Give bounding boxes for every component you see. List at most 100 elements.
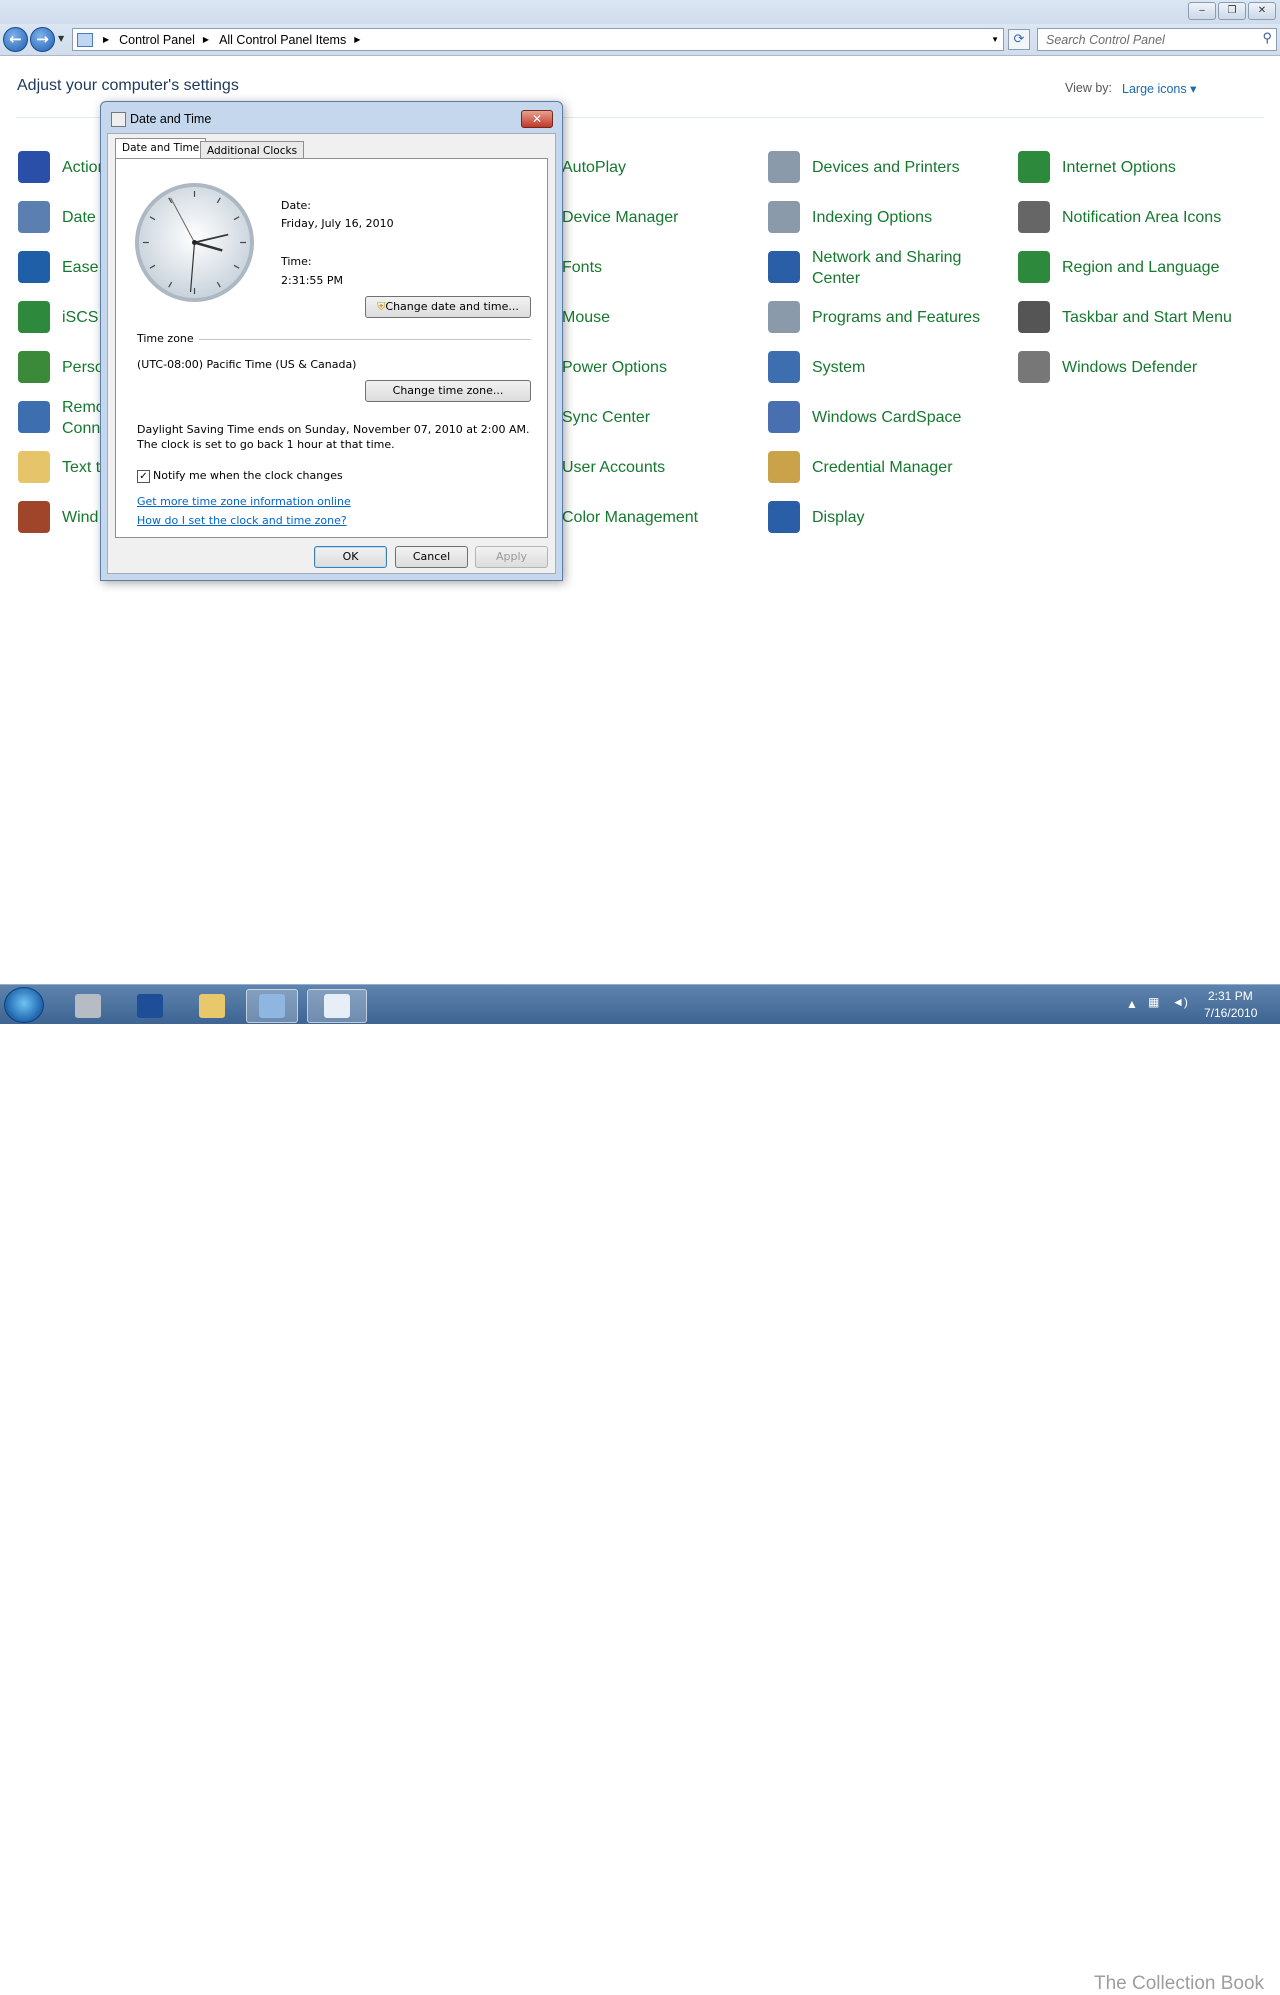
- date-value: Friday, July 16, 2010: [281, 217, 394, 230]
- network-icon: [768, 251, 800, 283]
- refresh-button[interactable]: ⟳: [1008, 29, 1030, 50]
- cp-item-display[interactable]: Display: [812, 507, 864, 528]
- taskbar-control-panel[interactable]: [246, 989, 298, 1023]
- date-label: Date:: [281, 199, 311, 212]
- tray-date[interactable]: 7/16/2010: [1204, 1006, 1257, 1020]
- cp-item-user-accounts[interactable]: User Accounts: [562, 457, 665, 478]
- date-time-dialog: Date and Time ✕ Date and Time Additional…: [100, 101, 563, 581]
- window-titlebar: ‒ ❐ ✕: [0, 0, 1280, 24]
- restore-button[interactable]: ❐: [1218, 2, 1246, 20]
- cp-item-text-to-speech[interactable]: Text t: [62, 457, 100, 478]
- taskbar-server-manager[interactable]: [62, 989, 114, 1023]
- cp-item-windows-firewall[interactable]: Wind: [62, 507, 98, 528]
- cp-item-sync-center[interactable]: Sync Center: [562, 407, 650, 428]
- cp-item-fonts[interactable]: Fonts: [562, 257, 602, 278]
- programs-icon: [768, 301, 800, 333]
- change-date-time-button[interactable]: ⛨Change date and time...: [365, 296, 531, 318]
- cp-item-internet-options[interactable]: Internet Options: [1062, 157, 1176, 178]
- search-icon[interactable]: ⚲: [1262, 30, 1272, 46]
- cp-item-programs-and-features[interactable]: Programs and Features: [812, 307, 980, 328]
- start-button[interactable]: [4, 987, 44, 1023]
- view-by-label: View by:: [1065, 81, 1113, 95]
- ease-of-access-icon: [18, 251, 50, 283]
- cp-item-device-manager[interactable]: Device Manager: [562, 207, 679, 228]
- cp-item-windows-cardspace[interactable]: Windows CardSpace: [812, 407, 961, 428]
- cancel-button[interactable]: Cancel: [395, 546, 468, 568]
- timezone-value: (UTC-08:00) Pacific Time (US & Canada): [137, 358, 357, 371]
- cp-item-color-management[interactable]: Color Management: [562, 507, 698, 528]
- cp-item-indexing-options[interactable]: Indexing Options: [812, 207, 932, 228]
- credential-vault-icon: [768, 451, 800, 483]
- recent-pages-dropdown[interactable]: ▼: [58, 34, 64, 43]
- flag-icon: [18, 151, 50, 183]
- notification-area-icon: [1018, 201, 1050, 233]
- taskbar-date-time[interactable]: [307, 989, 367, 1023]
- analog-clock-icon: [134, 182, 255, 303]
- apply-button[interactable]: Apply: [475, 546, 548, 568]
- display-icon: [768, 501, 800, 533]
- cp-item-mouse[interactable]: Mouse: [562, 307, 610, 328]
- date-time-icon: [324, 994, 350, 1018]
- breadcrumb-all-items[interactable]: All Control Panel Items: [219, 33, 346, 47]
- globe-shield-icon: [18, 301, 50, 333]
- cp-item-network-and-sharing-center[interactable]: Network and Sharing Center: [812, 247, 961, 289]
- cp-item-remote-connections[interactable]: Remo Conn: [62, 397, 105, 439]
- address-bar[interactable]: ▶ Control Panel ▶ All Control Panel Item…: [72, 28, 1004, 51]
- dst-note: Daylight Saving Time ends on Sunday, Nov…: [137, 423, 530, 451]
- control-panel-icon: [77, 32, 93, 47]
- cp-item-personalization[interactable]: Perso: [62, 357, 104, 378]
- more-timezone-info-link[interactable]: Get more time zone information online: [137, 495, 351, 508]
- cp-item-credential-manager[interactable]: Credential Manager: [812, 457, 953, 478]
- breadcrumb-control-panel[interactable]: Control Panel: [119, 33, 195, 47]
- region-globe-icon: [1018, 251, 1050, 283]
- taskbar-powershell[interactable]: [124, 989, 176, 1023]
- dialog-close-button[interactable]: ✕: [521, 110, 553, 128]
- cp-item-iscsi-initiator[interactable]: iSCSI: [62, 307, 103, 328]
- cp-item-devices-and-printers[interactable]: Devices and Printers: [812, 157, 960, 178]
- howto-clock-link[interactable]: How do I set the clock and time zone?: [137, 514, 347, 527]
- show-hidden-icons-button[interactable]: ▲: [1126, 997, 1138, 1011]
- change-timezone-button[interactable]: Change time zone...: [365, 380, 531, 402]
- internet-options-icon: [1018, 151, 1050, 183]
- ok-button[interactable]: OK: [314, 546, 387, 568]
- chevron-right-icon[interactable]: ▶: [354, 35, 360, 44]
- cp-item-power-options[interactable]: Power Options: [562, 357, 667, 378]
- taskbar-explorer[interactable]: [186, 989, 238, 1023]
- cp-item-notification-area-icons[interactable]: Notification Area Icons: [1062, 207, 1221, 228]
- time-label: Time:: [281, 255, 312, 268]
- cp-item-taskbar-and-start-menu[interactable]: Taskbar and Start Menu: [1062, 307, 1232, 328]
- chevron-right-icon[interactable]: ▶: [203, 35, 209, 44]
- time-value: 2:31:55 PM: [281, 274, 344, 287]
- forward-button[interactable]: →: [30, 27, 55, 52]
- cp-item-region-and-language[interactable]: Region and Language: [1062, 257, 1219, 278]
- chevron-right-icon[interactable]: ▶: [103, 35, 109, 44]
- watermark: The Collection Book: [1094, 1973, 1265, 1994]
- printer-icon: [768, 151, 800, 183]
- notify-label: Notify me when the clock changes: [153, 469, 343, 482]
- cardspace-icon: [768, 401, 800, 433]
- timezone-group-label: Time zone: [137, 332, 194, 345]
- dialog-title: Date and Time: [130, 112, 212, 126]
- search-input[interactable]: Search Control Panel ⚲: [1037, 28, 1277, 51]
- powershell-icon: [137, 994, 163, 1018]
- speech-bubble-icon: [18, 451, 50, 483]
- remote-app-icon: [18, 401, 50, 433]
- taskbar-icon: [1018, 301, 1050, 333]
- search-placeholder: Search Control Panel: [1046, 33, 1165, 47]
- cp-item-system[interactable]: System: [812, 357, 865, 378]
- back-button[interactable]: ←: [3, 27, 28, 52]
- close-window-button[interactable]: ✕: [1248, 2, 1276, 20]
- calendar-clock-icon: [18, 201, 50, 233]
- tray-time[interactable]: 2:31 PM: [1208, 989, 1253, 1003]
- network-icon[interactable]: ▦: [1148, 995, 1159, 1009]
- minimize-button[interactable]: ‒: [1188, 2, 1216, 20]
- volume-icon[interactable]: ◄): [1172, 995, 1188, 1009]
- cp-item-autoplay[interactable]: AutoPlay: [562, 157, 626, 178]
- divider: [199, 339, 531, 340]
- view-by-dropdown[interactable]: Large icons ▾: [1122, 81, 1196, 96]
- address-dropdown-icon[interactable]: ▼: [991, 35, 999, 44]
- cp-item-windows-defender[interactable]: Windows Defender: [1062, 357, 1197, 378]
- notify-checkbox[interactable]: ✓: [137, 470, 150, 483]
- address-row: ← → ▼ ▶ Control Panel ▶ All Control Pane…: [0, 24, 1280, 56]
- tab-panel: Date: Friday, July 16, 2010 Time: 2:31:5…: [115, 158, 548, 538]
